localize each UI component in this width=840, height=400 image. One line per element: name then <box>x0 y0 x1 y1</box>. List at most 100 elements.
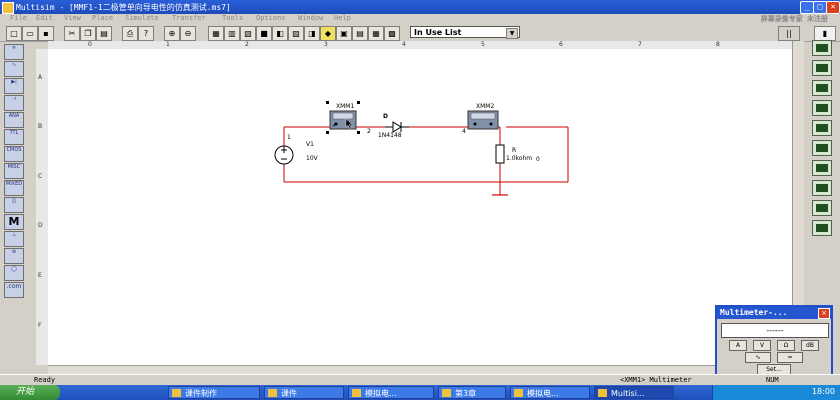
open-folder-icon[interactable]: ▭ <box>22 26 38 41</box>
grapher-icon[interactable]: ▨ <box>288 26 304 41</box>
menu-transfer[interactable]: Transfer <box>172 14 206 22</box>
netlist-icon[interactable]: ◧ <box>272 26 288 41</box>
sources-icon[interactable]: ≑ <box>4 44 24 60</box>
voltage-source-v1[interactable] <box>274 145 294 165</box>
circuit-diagram: XMM1 XMM2 D 1N4148 2 4 0 1 V1 10V R 1.0k… <box>274 101 569 196</box>
maximize-button[interactable]: □ <box>813 1 827 14</box>
dc-mode-icon[interactable]: ═ <box>777 352 803 363</box>
misc-icon[interactable]: M <box>4 214 24 230</box>
cmos-icon[interactable]: CMOS <box>4 146 24 162</box>
logic-analyzer-icon[interactable] <box>812 200 832 216</box>
menu-window[interactable]: Window <box>298 14 323 22</box>
menu-edit[interactable]: Edit <box>36 14 53 22</box>
misc-digital-icon[interactable]: MISC <box>4 163 24 179</box>
electromechanical-icon[interactable]: ⊛ <box>4 248 24 264</box>
spreadsheet-icon[interactable]: ■ <box>256 26 272 41</box>
new-icon[interactable]: □ <box>6 26 22 41</box>
taskbar-item[interactable]: 模拟电... <box>510 386 590 399</box>
status-text: Ready <box>34 376 56 384</box>
ruler-column-label: 4 <box>402 41 406 48</box>
wattmeter-icon[interactable] <box>812 80 832 96</box>
bode-plotter-icon[interactable] <box>812 140 832 156</box>
ammeter-button[interactable]: A <box>729 340 747 351</box>
copy-icon[interactable]: ❐ <box>80 26 96 41</box>
basic-icon[interactable]: ∿ <box>4 61 24 77</box>
start-button[interactable]: 开始 <box>0 385 60 400</box>
menu-options[interactable]: Options <box>256 14 286 22</box>
layout-icon[interactable]: ▦ <box>368 26 384 41</box>
simulate-switch-icon[interactable]: ▮ <box>814 26 836 41</box>
indicators-icon[interactable]: ◫ <box>4 197 24 213</box>
help-icon[interactable]: ? <box>138 26 154 41</box>
ac-mode-icon[interactable]: ∿ <box>745 352 771 363</box>
save-icon[interactable]: ▪ <box>38 26 54 41</box>
component-wizard-icon[interactable]: ▧ <box>240 26 256 41</box>
xmm2-multimeter[interactable] <box>467 110 499 130</box>
diodes-icon[interactable]: ▶| <box>4 78 24 94</box>
taskbar-item[interactable]: 课件 <box>264 386 344 399</box>
in-use-list-dropdown[interactable]: In Use List ▼ <box>410 26 520 39</box>
ladder-icon[interactable]: ◯ <box>4 265 24 281</box>
minimize-button[interactable]: _ <box>800 1 814 14</box>
cut-icon[interactable]: ✂ <box>64 26 80 41</box>
voltmeter-button[interactable]: V <box>753 340 771 351</box>
menu-view[interactable]: View <box>64 14 81 22</box>
recorder-watermark: 屏幕录像专家 未注册 <box>760 15 828 23</box>
menu-place[interactable]: Place <box>92 14 113 22</box>
taskbar-item-active[interactable]: Multisi... <box>594 386 674 399</box>
xmm2-label: XMM2 <box>476 103 494 110</box>
decibel-button[interactable]: dB <box>801 340 819 351</box>
multimeter-close-icon[interactable]: × <box>818 308 830 319</box>
taskbar-item-label: Multisi... <box>611 389 645 398</box>
menu-help[interactable]: Help <box>334 14 351 22</box>
four-channel-oscilloscope-icon[interactable] <box>812 120 832 136</box>
taskbar-item-label: 课件 <box>281 389 297 398</box>
electrical-rules-icon[interactable]: ▩ <box>384 26 400 41</box>
zoom-out-icon[interactable]: ⊖ <box>180 26 196 41</box>
multimeter-window[interactable]: Multimeter-... × ------ A V Ω dB ∿ ═ Set… <box>715 305 833 377</box>
bom-icon[interactable]: ▤ <box>352 26 368 41</box>
chevron-down-icon[interactable]: ▼ <box>506 28 518 39</box>
analog-icon[interactable]: ANA <box>4 112 24 128</box>
taskbar-item-label: 模拟电... <box>365 389 397 398</box>
rf-icon[interactable]: ⊥ <box>4 231 24 247</box>
mixed-icon[interactable]: MIXED <box>4 180 24 196</box>
ruler-column-label: 3 <box>324 41 328 48</box>
multimeter-title: Multimeter-... <box>717 307 831 319</box>
oscilloscope-icon[interactable] <box>812 100 832 116</box>
word-generator-icon[interactable] <box>812 180 832 196</box>
com-icon[interactable]: .com <box>4 282 24 298</box>
taskbar-item[interactable]: 课件制作 <box>168 386 260 399</box>
transistors-icon[interactable]: ⊣ <box>4 95 24 111</box>
menu-simulate[interactable]: Simulate <box>125 14 159 22</box>
toolbar: □ ▭ ▪ ✂ ❐ ▤ ⎙ ? ⊕ ⊖ ▦ ▥ ▧ ■ ◧ ▨ ◨ ◆ ▣ ▤ … <box>0 25 840 42</box>
description-icon[interactable]: ▣ <box>336 26 352 41</box>
close-button[interactable]: × <box>826 1 840 14</box>
multimeter-instrument-icon[interactable] <box>812 40 832 56</box>
menu-file[interactable]: File <box>10 14 27 22</box>
schematic-canvas[interactable]: XMM1 XMM2 D 1N4148 2 4 0 1 V1 10V R 1.0k… <box>48 49 804 365</box>
analysis-icon[interactable]: ◆ <box>320 26 336 41</box>
logic-converter-icon[interactable] <box>812 220 832 236</box>
ruler-column-label: 8 <box>716 41 720 48</box>
taskbar-item[interactable]: 第3章 <box>438 386 506 399</box>
pause-simulation-icon[interactable]: || <box>778 26 800 41</box>
taskbar-item[interactable]: 模拟电... <box>348 386 434 399</box>
menu-tools[interactable]: Tools <box>222 14 243 22</box>
ttl-icon[interactable]: TTL <box>4 129 24 145</box>
print-icon[interactable]: ⎙ <box>122 26 138 41</box>
menu-bar: File Edit View Place Simulate Transfer T… <box>0 14 840 25</box>
zoom-in-icon[interactable]: ⊕ <box>164 26 180 41</box>
database-icon[interactable]: ▥ <box>224 26 240 41</box>
windows-taskbar: 开始 课件制作 课件 模拟电... 第3章 模拟电... Multisi... … <box>0 385 840 400</box>
paste-icon[interactable]: ▤ <box>96 26 112 41</box>
frequency-counter-icon[interactable] <box>812 160 832 176</box>
ruler-row-label: A <box>38 74 43 81</box>
component-icon[interactable]: ▦ <box>208 26 224 41</box>
resistor-r[interactable] <box>495 144 505 164</box>
ohmmeter-button[interactable]: Ω <box>777 340 795 351</box>
diode-symbol[interactable] <box>385 121 409 133</box>
postprocessor-icon[interactable]: ◨ <box>304 26 320 41</box>
function-generator-icon[interactable] <box>812 60 832 76</box>
status-selection: <XMM1> Multimeter <box>620 376 692 384</box>
